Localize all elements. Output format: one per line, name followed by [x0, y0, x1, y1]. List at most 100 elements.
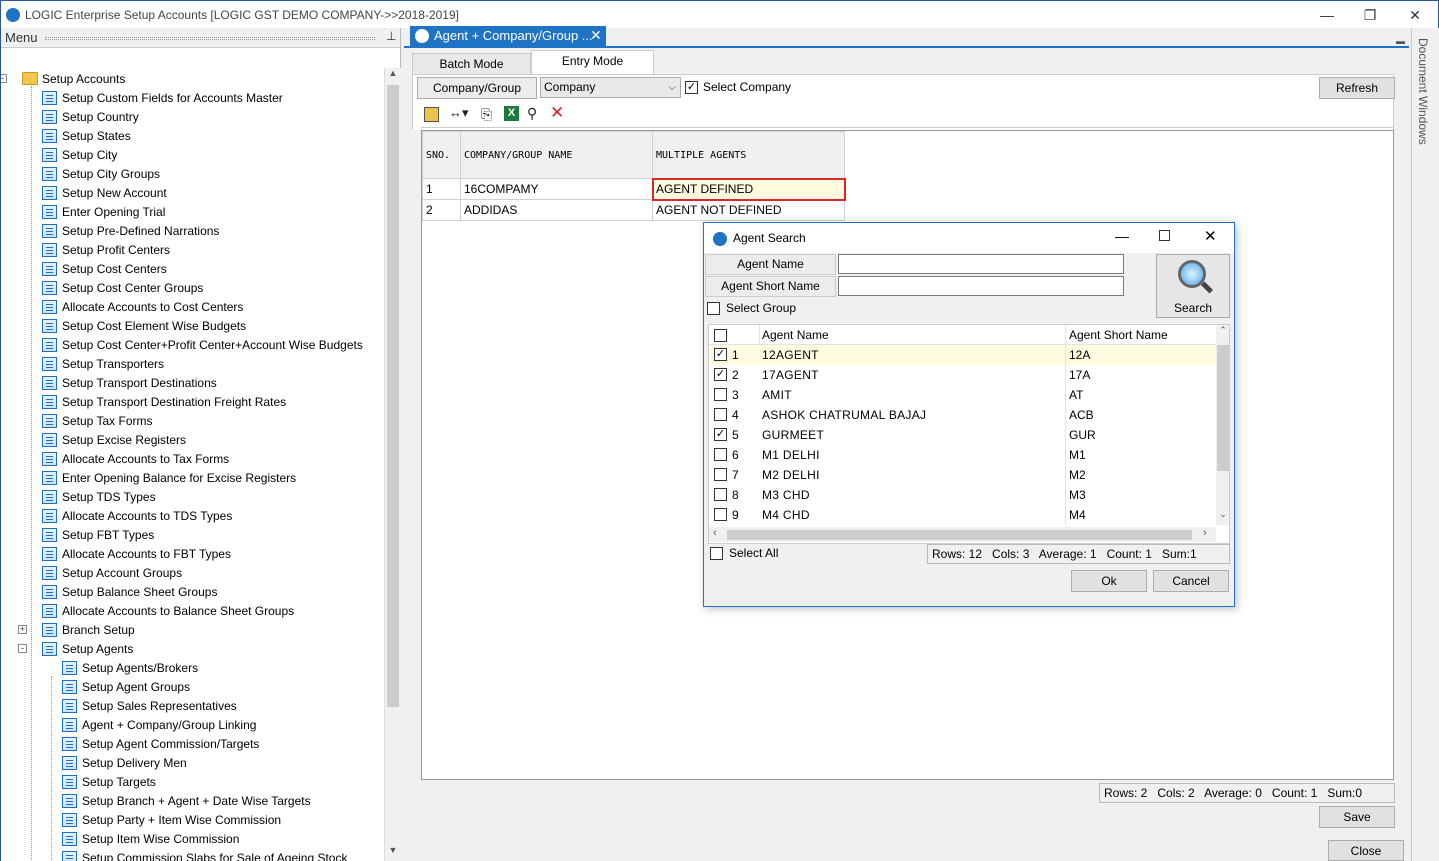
agent-short-name-input[interactable] — [838, 276, 1124, 296]
delete-icon[interactable]: ✕ — [550, 103, 564, 123]
dialog-close-button[interactable]: ✕ — [1204, 227, 1217, 245]
search-button[interactable]: Search — [1156, 254, 1230, 318]
row-checkbox[interactable]: ✓ — [714, 368, 727, 381]
copy-icon[interactable]: ⎘ — [481, 106, 492, 123]
collapse-icon[interactable]: - — [18, 644, 27, 653]
col-divider — [1065, 385, 1066, 405]
document-windows-label[interactable]: Document Windows — [1416, 38, 1430, 145]
scroll-down-icon[interactable]: ▼ — [385, 845, 401, 861]
agent-list-vscroll[interactable]: ⌃ ⌄ — [1216, 325, 1229, 525]
excel-export-icon[interactable]: X — [504, 106, 519, 121]
table-row[interactable]: 1 16COMPAMY AGENT DEFINED — [422, 177, 846, 201]
menu-header: Menu ⊥ — [1, 28, 400, 48]
row-number: 7 — [732, 468, 739, 482]
agent-list-hscroll[interactable]: ‹ › — [709, 527, 1216, 542]
select-all-checkbox[interactable] — [710, 547, 723, 560]
collapse-icon[interactable]: - — [1, 74, 7, 83]
header-select-checkbox[interactable] — [714, 329, 727, 342]
row-checkbox[interactable] — [714, 448, 727, 461]
form-icon — [42, 319, 57, 333]
column-header-agents[interactable]: MULTIPLE AGENTS — [652, 131, 845, 179]
agent-list-table[interactable]: Agent Name Agent Short Name ✓ 1 12AGENT 12A… — [708, 324, 1230, 544]
menu-scrollbar[interactable]: ▲ ▼ — [384, 68, 401, 861]
pin-icon[interactable]: ⊥ — [386, 29, 396, 43]
company-group-select[interactable]: Company ⌵ — [540, 77, 681, 98]
list-item[interactable]: ✓ 2 17AGENT 17A — [709, 365, 1216, 385]
scroll-right-icon[interactable]: › — [1203, 527, 1207, 539]
select-group-label: Select Group — [726, 301, 797, 315]
tab-batch-mode[interactable]: Batch Mode — [412, 53, 531, 74]
cancel-button[interactable]: Cancel — [1153, 570, 1229, 592]
table-row[interactable]: 2 ADDIDAS AGENT NOT DEFINED — [422, 199, 845, 221]
agent-short-name: 12A — [1069, 348, 1091, 362]
scroll-up-icon[interactable]: ⌃ — [1217, 325, 1229, 336]
column-width-icon[interactable]: ↔▾ — [449, 105, 469, 121]
close-button[interactable]: Close — [1328, 840, 1404, 861]
column-header-sno[interactable]: SNO. — [422, 131, 461, 179]
row-agents[interactable]: AGENT NOT DEFINED — [652, 199, 845, 221]
agent-search-dialog: Agent Search — ✕ Agent Name Agent Short … — [703, 222, 1235, 607]
row-checkbox[interactable] — [714, 408, 727, 421]
company-group-label: Company/Group — [417, 77, 537, 99]
menu-tree: - Setup Accounts Setup Custom Fields for A… — [1, 68, 384, 861]
dialog-minimize-button[interactable]: — — [1115, 228, 1129, 244]
tab-entry-mode[interactable]: Entry Mode — [531, 50, 654, 74]
form-icon — [42, 395, 57, 409]
list-item[interactable]: ✓ 1 12AGENT 12A — [709, 345, 1216, 365]
row-checkbox[interactable]: ✓ — [714, 428, 727, 441]
close-window-button[interactable]: ✕ — [1405, 5, 1425, 25]
select-company-checkbox[interactable]: ✓ — [685, 81, 698, 94]
save-layout-icon[interactable] — [424, 107, 439, 122]
tab-dropdown-icon[interactable]: ▬ — [1396, 36, 1405, 46]
form-icon — [42, 186, 57, 200]
scroll-thumb[interactable] — [387, 85, 399, 707]
form-icon — [42, 300, 57, 314]
row-checkbox[interactable] — [714, 388, 727, 401]
close-tab-icon[interactable]: ✕ — [590, 27, 602, 44]
list-item[interactable]: 8 M3 CHD M3 — [709, 485, 1216, 505]
form-icon — [42, 623, 57, 637]
document-windows-strip[interactable]: Document Windows — [1411, 28, 1439, 861]
list-item[interactable]: ✓ 5 GURMEET GUR — [709, 425, 1216, 445]
save-button[interactable]: Save — [1319, 806, 1395, 828]
binoculars-icon[interactable]: ⚲ — [527, 105, 537, 122]
dialog-maximize-button[interactable] — [1159, 230, 1170, 241]
column-header-company[interactable]: COMPANY/GROUP NAME — [460, 131, 653, 179]
list-item[interactable]: 9 M4 CHD M4 — [709, 505, 1216, 525]
refresh-button[interactable]: Refresh — [1319, 77, 1395, 99]
scroll-down-icon[interactable]: ⌄ — [1217, 509, 1229, 520]
agent-name-input[interactable] — [838, 254, 1124, 274]
scroll-up-icon[interactable]: ▲ — [385, 68, 401, 84]
tab-agent-company-group[interactable]: Agent + Company/Group ... ✕ — [410, 26, 606, 46]
form-icon — [62, 813, 77, 827]
col-divider — [1065, 505, 1066, 525]
ok-button[interactable]: Ok — [1071, 570, 1147, 592]
row-checkbox[interactable] — [714, 468, 727, 481]
row-checkbox[interactable] — [714, 488, 727, 501]
row-checkbox[interactable]: ✓ — [714, 348, 727, 361]
restore-button[interactable]: ❐ — [1360, 5, 1380, 25]
form-icon — [62, 680, 77, 694]
form-icon — [62, 661, 77, 675]
column-header-agent-name[interactable]: Agent Name — [762, 328, 829, 342]
agent-name: M1 DELHI — [762, 448, 820, 462]
select-group-checkbox[interactable] — [707, 302, 720, 315]
form-icon — [42, 262, 57, 276]
menu-label: Menu — [5, 30, 38, 45]
column-header-short-name[interactable]: Agent Short Name — [1069, 328, 1168, 342]
row-number: 3 — [732, 388, 739, 402]
hscroll-thumb[interactable] — [727, 530, 1192, 540]
scroll-thumb[interactable] — [1217, 345, 1229, 471]
list-item[interactable]: 4 ASHOK CHATRUMAL BAJAJ ACB — [709, 405, 1216, 425]
minimize-button[interactable]: — — [1317, 5, 1337, 25]
expand-icon[interactable]: + — [18, 625, 27, 634]
status-rows: Rows: 2 — [1104, 786, 1148, 800]
list-item[interactable]: 3 AMIT AT — [709, 385, 1216, 405]
form-icon — [42, 129, 57, 143]
row-checkbox[interactable] — [714, 508, 727, 521]
form-icon — [42, 224, 57, 238]
list-item[interactable]: 6 M1 DELHI M1 — [709, 445, 1216, 465]
scroll-left-icon[interactable]: ‹ — [713, 527, 717, 539]
row-agents-selected-cell[interactable]: AGENT DEFINED — [651, 177, 846, 201]
list-item[interactable]: 7 M2 DELHI M2 — [709, 465, 1216, 485]
